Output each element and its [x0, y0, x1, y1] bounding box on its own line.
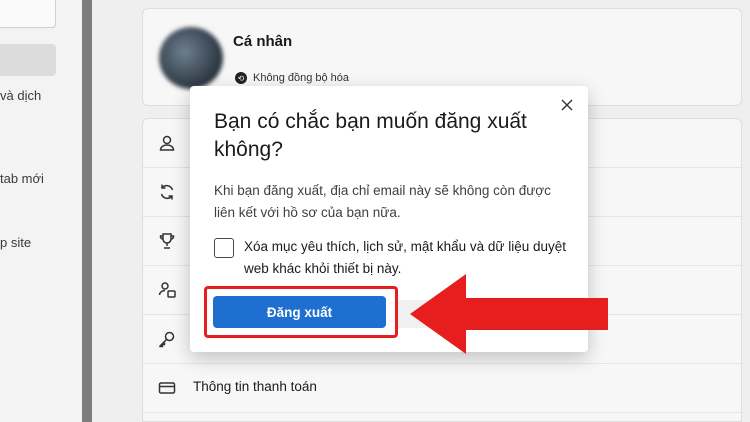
sync-off-icon: ⟲: [235, 72, 247, 84]
close-button[interactable]: [558, 96, 576, 114]
payment-info-label: Thông tin thanh toán: [193, 379, 317, 394]
person-icon: [159, 135, 175, 151]
sidebar-divider: [82, 0, 92, 422]
credit-card-icon: [158, 382, 176, 394]
close-icon: [561, 99, 573, 111]
settings-sidebar: và dịch tab mới p site: [0, 0, 82, 422]
sync-status: ⟲ Không đồng bộ hóa: [235, 72, 349, 84]
sidebar-item-profiles[interactable]: [0, 44, 56, 76]
sidebar-item-language[interactable]: và dịch: [0, 88, 41, 103]
sync-icon: [160, 184, 174, 200]
dialog-title: Bạn có chắc bạn muốn đăng xuất không?: [214, 110, 527, 161]
profile-name: Cá nhân: [233, 33, 293, 50]
dialog-message: Khi bạn đăng xuất, địa chỉ email này sẽ …: [214, 183, 551, 220]
sidebar-item-new-tab[interactable]: tab mới: [0, 171, 44, 186]
settings-row-payment-info[interactable]: Thông tin thanh toán: [143, 364, 743, 413]
clear-data-checkbox[interactable]: [214, 238, 234, 258]
sidebar-item-site-permissions[interactable]: p site: [0, 235, 31, 250]
trophy-icon: [159, 233, 175, 249]
sign-out-button[interactable]: Đăng xuất: [213, 296, 386, 328]
sidebar-search-box[interactable]: [0, 0, 56, 28]
avatar: [159, 27, 223, 89]
person-card-icon: [158, 282, 176, 298]
key-icon: [159, 331, 175, 348]
red-arrow-annotation: [410, 274, 608, 354]
sync-status-text: Không đồng bộ hóa: [253, 72, 350, 84]
